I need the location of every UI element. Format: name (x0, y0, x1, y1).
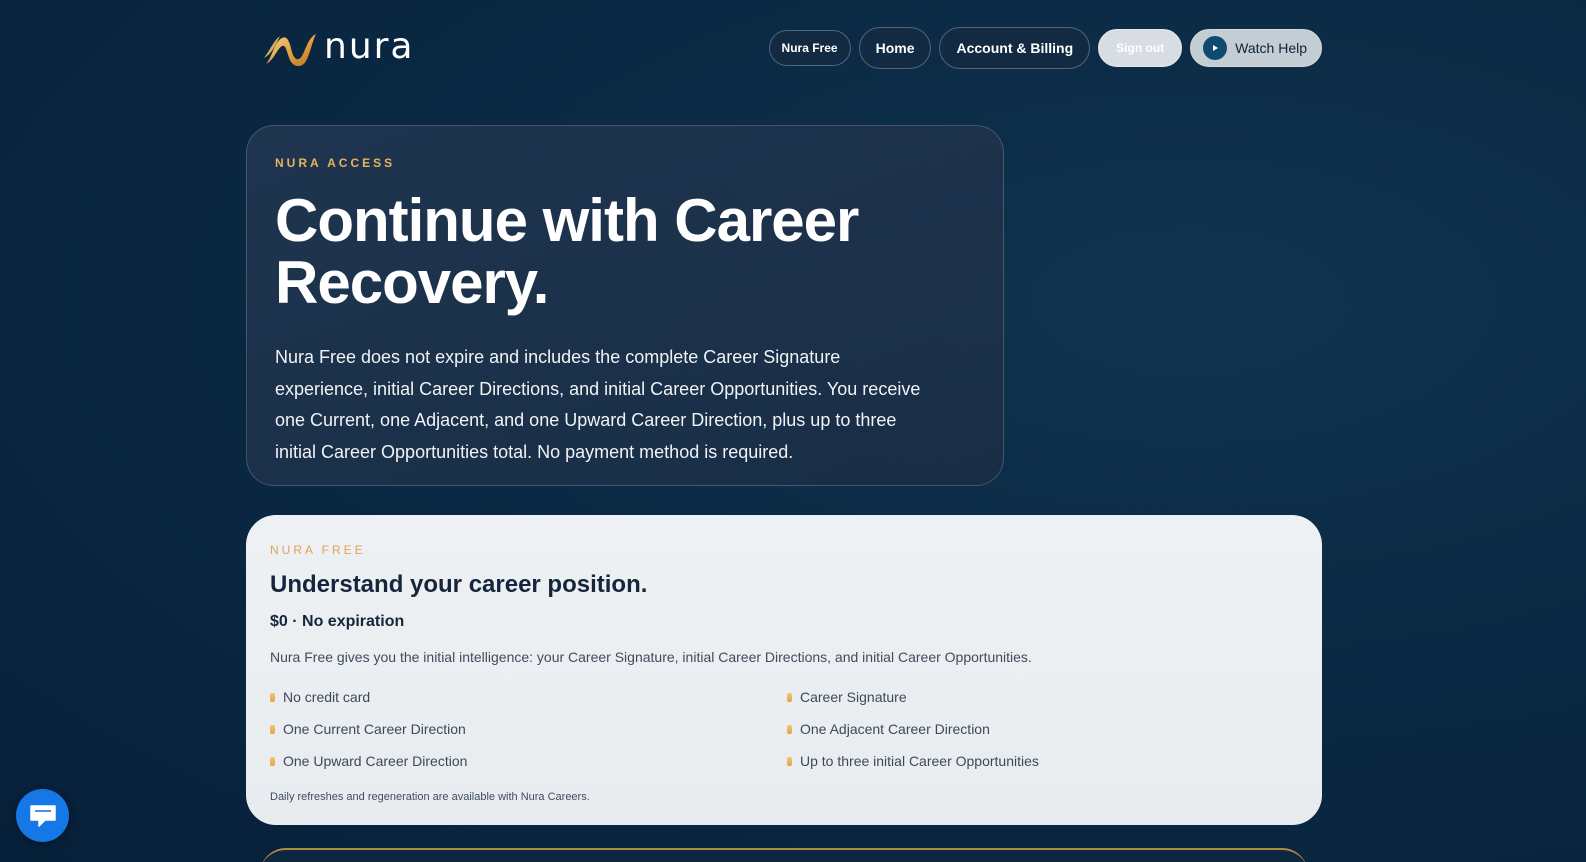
hero-card: NURA ACCESS Continue with Career Recover… (246, 125, 1004, 486)
home-button[interactable]: Home (858, 27, 932, 69)
feature-item: No credit card (270, 687, 787, 707)
bullet-icon (787, 724, 792, 734)
feature-label: One Adjacent Career Direction (800, 721, 990, 737)
bullet-icon (787, 692, 792, 702)
bullet-icon (787, 756, 792, 766)
nura-free-plan-card: NURA FREE Understand your career positio… (246, 515, 1322, 825)
top-nav: Nura Free Home Account & Billing Sign ou… (768, 27, 1322, 69)
brand-name: nura (324, 26, 415, 67)
chat-launcher-button[interactable] (16, 789, 69, 842)
chat-icon (29, 804, 56, 827)
nura-logo[interactable]: nura (262, 28, 415, 70)
plan-badge[interactable]: Nura Free (768, 30, 851, 66)
feature-item: One Upward Career Direction (270, 751, 787, 771)
nura-logo-mark-icon (264, 34, 316, 67)
plan-footnote: Daily refreshes and regeneration are ava… (270, 791, 590, 803)
hero-title-line-2: Recovery. (275, 249, 549, 316)
account-billing-button[interactable]: Account & Billing (939, 27, 1091, 69)
hero-description: Nura Free does not expire and includes t… (275, 347, 921, 462)
bullet-icon (270, 692, 275, 702)
feature-label: One Upward Career Direction (283, 753, 468, 769)
feature-item: One Adjacent Career Direction (787, 719, 1287, 739)
watch-help-label: Watch Help (1235, 40, 1307, 56)
bullet-icon (270, 724, 275, 734)
plan-description: Nura Free gives you the initial intellig… (270, 649, 1032, 665)
hero-eyebrow: NURA ACCESS (275, 156, 396, 170)
play-icon (1203, 36, 1228, 60)
plan-eyebrow: NURA FREE (270, 543, 366, 557)
feature-label: No credit card (283, 689, 371, 705)
feature-item: One Current Career Direction (270, 719, 787, 739)
feature-item: Up to three initial Career Opportunities (787, 751, 1287, 771)
feature-list: No credit card Career Signature One Curr… (270, 687, 1298, 771)
hero-title: Continue with Career Recovery. (275, 190, 975, 314)
feature-label: Up to three initial Career Opportunities (800, 753, 1039, 769)
feature-label: Career Signature (800, 689, 907, 705)
feature-label: One Current Career Direction (283, 721, 466, 737)
bullet-icon (270, 756, 275, 766)
watch-help-button[interactable]: Watch Help (1190, 29, 1322, 67)
feature-item: Career Signature (787, 687, 1287, 707)
hero-title-line-1: Continue with Career (275, 187, 859, 254)
sign-out-button[interactable]: Sign out (1098, 29, 1183, 67)
next-plan-card-edge (260, 848, 1308, 862)
plan-price: $0 · No expiration (270, 613, 405, 630)
plan-title: Understand your career position. (270, 571, 648, 598)
